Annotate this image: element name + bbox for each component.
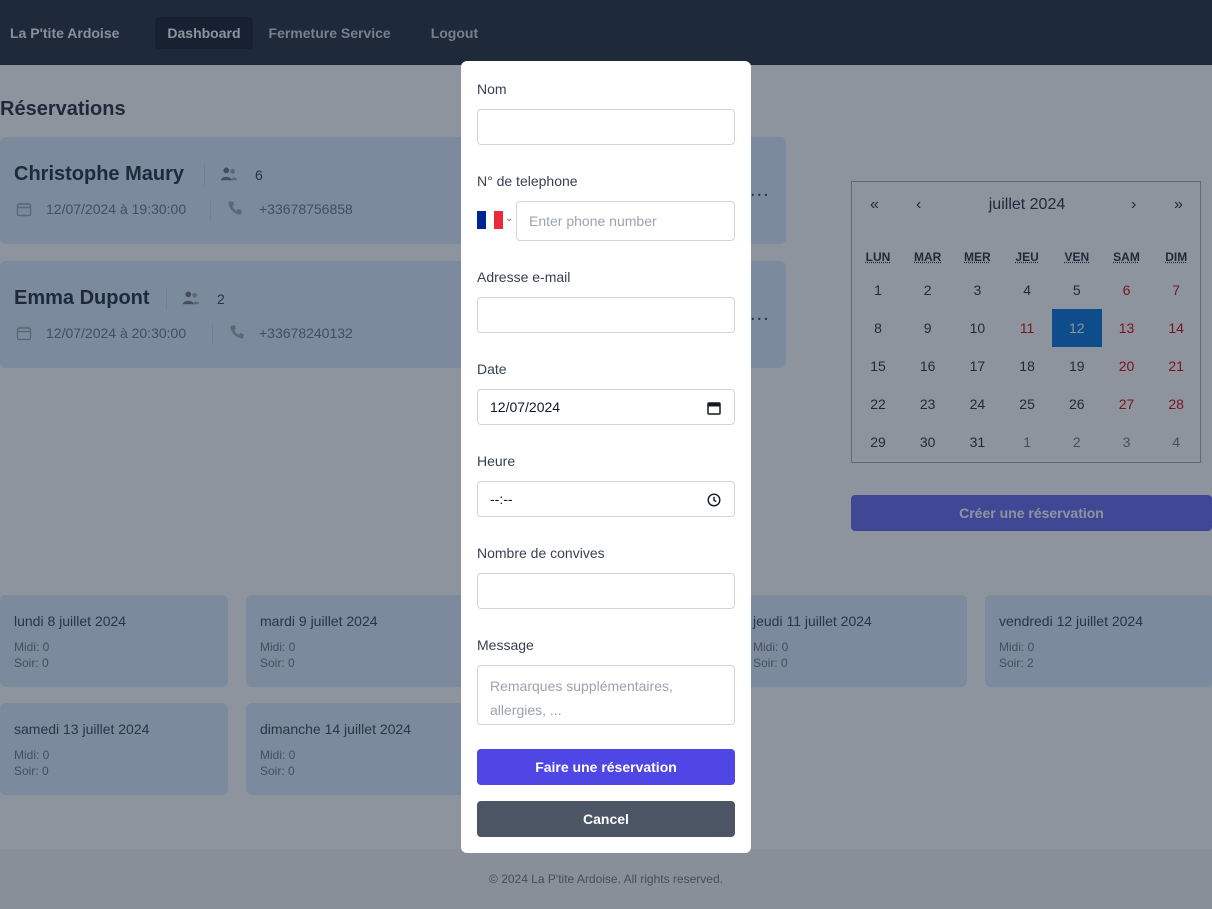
guests-label: Nombre de convives xyxy=(477,545,605,561)
nom-label: Nom xyxy=(477,81,507,97)
time-input[interactable]: --:-- xyxy=(477,481,735,517)
email-label: Adresse e-mail xyxy=(477,269,571,285)
reservation-modal: Nom N° de telephone ⌄ Enter phone number… xyxy=(461,61,751,853)
phone-label: N° de telephone xyxy=(477,173,578,189)
calendar-icon[interactable] xyxy=(706,400,722,416)
email-input[interactable] xyxy=(477,297,735,333)
submit-reservation-button[interactable]: Faire une réservation xyxy=(477,749,735,785)
date-label: Date xyxy=(477,361,507,377)
message-textarea[interactable]: Remarques supplémentaires, allergies, ..… xyxy=(477,665,735,725)
date-value: 12/07/2024 xyxy=(490,399,561,415)
clock-icon[interactable] xyxy=(706,492,722,508)
guests-input[interactable] xyxy=(477,573,735,609)
message-label: Message xyxy=(477,637,534,653)
phone-input[interactable]: Enter phone number xyxy=(516,201,735,241)
cancel-button[interactable]: Cancel xyxy=(477,801,735,837)
date-input[interactable]: 12/07/2024 xyxy=(477,389,735,425)
message-placeholder: Remarques supplémentaires, allergies, ..… xyxy=(490,678,673,718)
nom-input[interactable] xyxy=(477,109,735,145)
time-label: Heure xyxy=(477,453,516,469)
chevron-down-icon[interactable]: ⌄ xyxy=(505,213,513,224)
time-value: --:-- xyxy=(490,491,513,507)
phone-placeholder: Enter phone number xyxy=(529,213,657,229)
france-flag-icon[interactable] xyxy=(477,211,504,229)
